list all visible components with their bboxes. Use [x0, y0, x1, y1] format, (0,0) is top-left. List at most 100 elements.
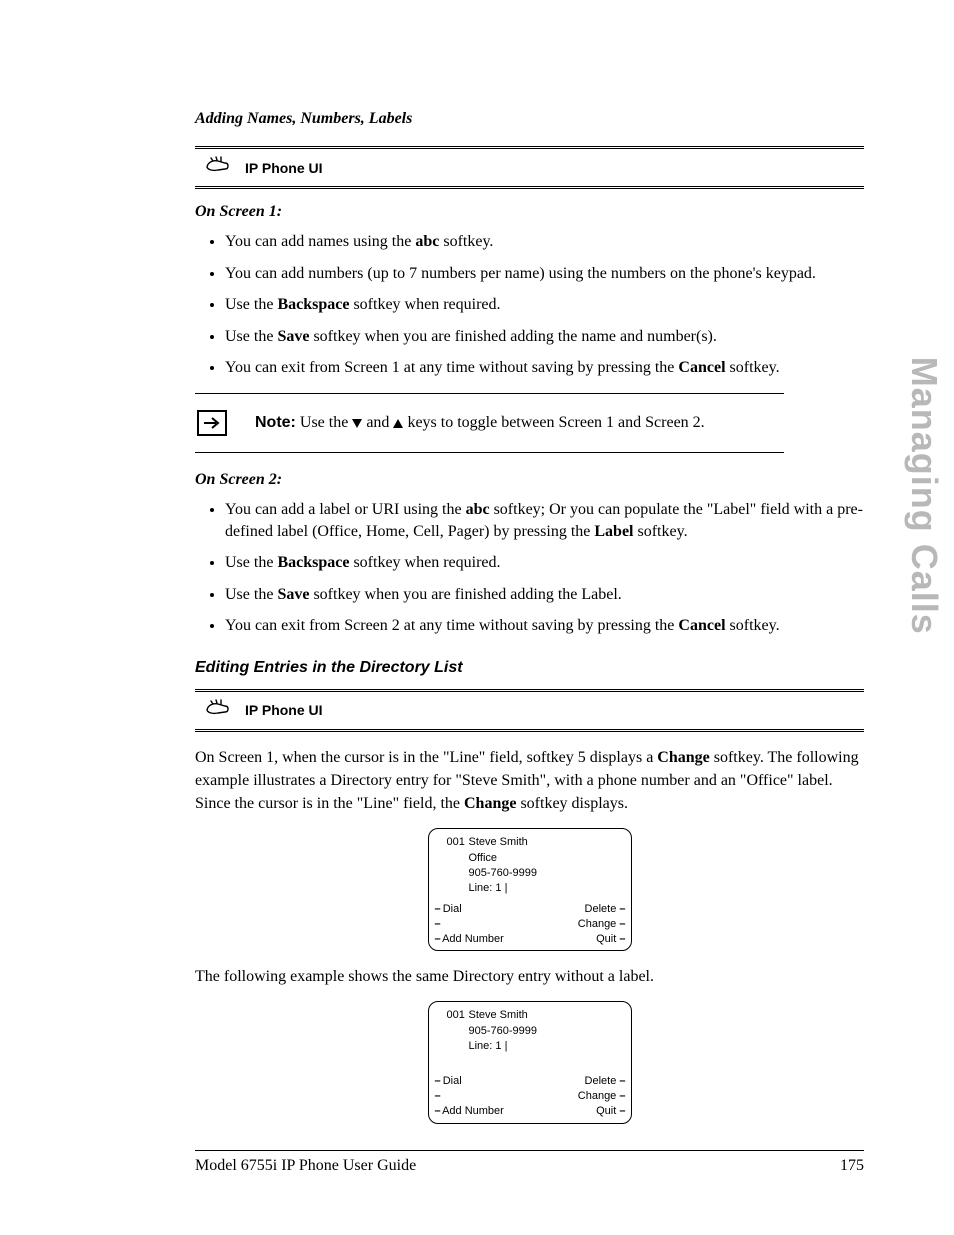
text: softkey when required.: [349, 554, 500, 571]
text: On Screen 1, when the cursor is in the "…: [195, 749, 657, 766]
softkey-label: Delete: [585, 903, 617, 915]
text: softkey.: [726, 359, 780, 376]
text: softkey when you are finished adding the…: [309, 586, 621, 603]
list-item: You can add names using the abc softkey.: [225, 231, 864, 253]
softkey-add-number: – Add Number: [435, 932, 504, 947]
banner-label: IP Phone UI: [245, 702, 323, 718]
text: Use the: [225, 554, 277, 571]
softkey-delete: Delete –: [578, 1074, 625, 1089]
softkey-row: – Dial – – Add Number Delete – Change – …: [435, 1074, 625, 1119]
softkey-change: Change –: [578, 1089, 625, 1104]
entry-label: Office: [435, 851, 625, 866]
text: softkey.: [634, 523, 688, 540]
softkey-row: – Dial – – Add Number Delete – Change – …: [435, 902, 625, 947]
on-screen-2-heading: On Screen 2:: [195, 471, 864, 489]
softkey-add-number: – Add Number: [435, 1104, 504, 1119]
list-item: Use the Save softkey when you are finish…: [225, 326, 864, 348]
list-item: You can exit from Screen 2 at any time w…: [225, 615, 864, 637]
softkey-quit: Quit –: [578, 1104, 625, 1119]
text: You can exit from Screen 2 at any time w…: [225, 617, 678, 634]
on-screen-1-heading: On Screen 1:: [195, 203, 864, 221]
softkey-dial: – Dial: [435, 1074, 504, 1089]
softkey-label: Quit: [596, 933, 616, 945]
entry-name: Steve Smith: [469, 1009, 528, 1021]
hand-point-icon: [205, 155, 235, 180]
text: keys to toggle between Screen 1 and Scre…: [403, 414, 704, 431]
bold-text: Cancel: [678, 617, 725, 634]
editing-entries-heading: Editing Entries in the Directory List: [195, 659, 864, 677]
softkey-label: Add Number: [442, 933, 504, 945]
entry-name: Steve Smith: [469, 836, 528, 848]
text: softkey.: [439, 233, 493, 250]
list-item: Use the Backspace softkey when required.: [225, 552, 864, 574]
bold-text: Label: [594, 523, 633, 540]
entry-index: 001: [447, 835, 469, 850]
bold-text: Save: [277, 586, 309, 603]
text: Use the: [296, 414, 352, 431]
softkey-label: Add Number: [442, 1105, 504, 1117]
hand-point-icon: [205, 698, 235, 723]
note-label: Note:: [255, 414, 296, 431]
page-number: 175: [840, 1157, 864, 1175]
note-text: Note: Use the and keys to toggle between…: [255, 414, 705, 432]
list-item: Use the Save softkey when you are finish…: [225, 584, 864, 606]
bold-text: abc: [466, 501, 490, 518]
note-block: Note: Use the and keys to toggle between…: [195, 393, 784, 453]
text: softkey.: [726, 617, 780, 634]
triangle-up-icon: [393, 419, 403, 428]
text: and: [362, 414, 393, 431]
softkey-blank: –: [435, 917, 504, 932]
bold-text: abc: [415, 233, 439, 250]
screen-2-list: You can add a label or URI using the abc…: [195, 499, 864, 637]
paragraph: On Screen 1, when the cursor is in the "…: [195, 746, 864, 816]
softkey-label: Delete: [585, 1075, 617, 1087]
entry-number: 905-760-9999: [435, 1024, 625, 1039]
paragraph: The following example shows the same Dir…: [195, 965, 864, 988]
screen-1-list: You can add names using the abc softkey.…: [195, 231, 864, 379]
arrow-right-icon: [197, 410, 227, 436]
bold-text: Backspace: [277, 554, 349, 571]
softkey-label: Dial: [443, 1075, 462, 1087]
list-item: You can add a label or URI using the abc…: [225, 499, 864, 542]
list-item: You can add numbers (up to 7 numbers per…: [225, 263, 864, 285]
softkey-quit: Quit –: [578, 932, 625, 947]
entry-index: 001: [447, 1008, 469, 1023]
softkey-label: Quit: [596, 1105, 616, 1117]
softkey-label: Change: [578, 1090, 617, 1102]
softkey-change: Change –: [578, 917, 625, 932]
page-footer: Model 6755i IP Phone User Guide 175: [195, 1150, 864, 1175]
text: softkey when you are finished adding the…: [309, 328, 716, 345]
text: You can add names using the: [225, 233, 415, 250]
text: softkey displays.: [516, 795, 628, 812]
list-item: Use the Backspace softkey when required.: [225, 294, 864, 316]
triangle-down-icon: [352, 419, 362, 428]
text: Use the: [225, 296, 277, 313]
bold-text: Change: [464, 795, 516, 812]
softkey-label: Change: [578, 918, 617, 930]
section-tab: Managing Calls: [903, 356, 945, 634]
softkey-dial: – Dial: [435, 902, 504, 917]
banner-label: IP Phone UI: [245, 160, 323, 176]
entry-number: 905-760-9999: [435, 866, 625, 881]
phone-screen-no-label: 001Steve Smith 905-760-9999 Line: 1 | – …: [428, 1001, 632, 1124]
text: Use the: [225, 328, 277, 345]
bold-text: Backspace: [277, 296, 349, 313]
bold-text: Change: [657, 749, 709, 766]
text: softkey when required.: [349, 296, 500, 313]
softkey-label: Dial: [443, 903, 462, 915]
phone-screen-with-label: 001Steve Smith Office 905-760-9999 Line:…: [428, 828, 632, 952]
softkey-delete: Delete –: [578, 902, 625, 917]
text: You can add a label or URI using the: [225, 501, 466, 518]
entry-line-field: Line: 1 |: [435, 881, 625, 896]
bold-text: Save: [277, 328, 309, 345]
section-title: Adding Names, Numbers, Labels: [195, 110, 864, 128]
bold-text: Cancel: [678, 359, 725, 376]
footer-title: Model 6755i IP Phone User Guide: [195, 1157, 416, 1175]
ip-phone-ui-banner-1: IP Phone UI: [195, 146, 864, 189]
entry-line: 001Steve Smith: [435, 1008, 625, 1023]
text: Use the: [225, 586, 277, 603]
entry-line: 001Steve Smith: [435, 835, 625, 850]
text: You can exit from Screen 1 at any time w…: [225, 359, 678, 376]
softkey-blank: –: [435, 1089, 504, 1104]
entry-line-field: Line: 1 |: [435, 1039, 625, 1054]
